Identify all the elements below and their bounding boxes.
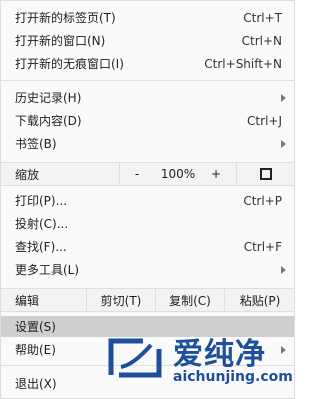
menu-item-print[interactable]: 打印(P)... Ctrl+P xyxy=(1,190,294,211)
menu-item-downloads[interactable]: 下载内容(D) Ctrl+J xyxy=(1,110,294,131)
menu-item-label: 投射(C)... xyxy=(15,217,69,231)
submenu-arrow-icon xyxy=(281,265,286,274)
menu-item-history[interactable]: 历史记录(H) xyxy=(1,87,294,108)
zoom-level-value: 100% xyxy=(160,167,196,181)
menu-item-label: 打印(P)... xyxy=(15,194,68,208)
paste-label: 粘贴(P) xyxy=(239,293,281,308)
menu-item-shortcut: Ctrl+J xyxy=(247,113,282,128)
submenu-arrow-icon xyxy=(281,93,286,102)
menu-item-label: 下载内容(D) xyxy=(15,114,82,128)
menu-item-shortcut: Ctrl+Shift+N xyxy=(204,56,282,71)
zoom-label: 缩放 xyxy=(15,168,40,182)
zoom-row: 缩放 - 100% + xyxy=(1,162,294,186)
watermark-text: 爱纯净 xyxy=(173,337,266,372)
zoom-out-label: - xyxy=(134,167,140,181)
edit-label: 编辑 xyxy=(15,289,39,311)
edit-label-text: 编辑 xyxy=(15,293,40,308)
zoom-level: 100% xyxy=(154,163,202,185)
menu-item-new-tab[interactable]: 打开新的标签页(T) Ctrl+T xyxy=(1,7,294,28)
menu-item-find[interactable]: 查找(F)... Ctrl+F xyxy=(1,236,294,257)
menu-separator xyxy=(1,80,294,81)
menu-item-bookmarks[interactable]: 书签(B) xyxy=(1,133,294,154)
menu-item-label: 更多工具(L) xyxy=(15,263,80,277)
copy-label: 复制(C) xyxy=(169,293,211,308)
fullscreen-icon xyxy=(260,168,272,180)
cut-button[interactable]: 剪切(T) xyxy=(87,289,155,311)
edit-row: 编辑 剪切(T) 复制(C) 粘贴(P) xyxy=(1,288,294,312)
menu-item-shortcut: Ctrl+T xyxy=(243,10,282,25)
menu-item-label: 打开新的标签页(T) xyxy=(15,11,116,25)
menu-item-label: 书签(B) xyxy=(15,137,57,151)
zoom-in-button[interactable]: + xyxy=(202,163,230,185)
menu-item-more-tools[interactable]: 更多工具(L) xyxy=(1,259,294,280)
cut-label: 剪切(T) xyxy=(100,293,142,308)
watermark: 爱纯净 aichunjing.com xyxy=(105,323,294,397)
menu-item-shortcut: Ctrl+F xyxy=(243,239,282,254)
menu-item-shortcut: Ctrl+P xyxy=(243,193,282,208)
submenu-arrow-icon xyxy=(281,139,286,148)
menu-item-label: 查找(F)... xyxy=(15,240,67,254)
fullscreen-button[interactable] xyxy=(237,163,294,185)
paste-button[interactable]: 粘贴(P) xyxy=(225,289,294,311)
watermark-logo-icon xyxy=(108,338,162,378)
watermark-url: aichunjing.com xyxy=(173,369,293,385)
zoom-out-button[interactable]: - xyxy=(120,163,154,185)
menu-item-label: 历史记录(H) xyxy=(15,91,82,105)
menu-item-cast[interactable]: 投射(C)... xyxy=(1,213,294,234)
menu-item-label: 打开新的窗口(N) xyxy=(15,34,106,48)
menu-item-label: 打开新的无痕窗口(I) xyxy=(15,57,124,71)
browser-context-menu: 打开新的标签页(T) Ctrl+T 打开新的窗口(N) Ctrl+N 打开新的无… xyxy=(0,0,295,399)
menu-item-shortcut: Ctrl+N xyxy=(241,33,282,48)
copy-button[interactable]: 复制(C) xyxy=(156,289,224,311)
menu-item-new-window[interactable]: 打开新的窗口(N) Ctrl+N xyxy=(1,30,294,51)
zoom-in-label: + xyxy=(210,167,222,181)
menu-item-new-incognito-window[interactable]: 打开新的无痕窗口(I) Ctrl+Shift+N xyxy=(1,53,294,74)
